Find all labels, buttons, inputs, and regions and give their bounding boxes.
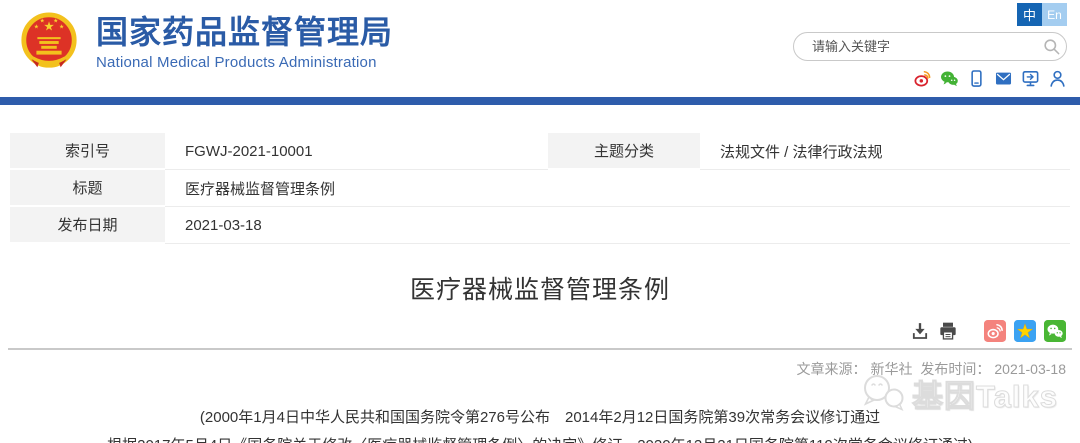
info-value-publish-date: 2021-03-18	[165, 207, 1070, 244]
wechat-icon[interactable]	[940, 69, 959, 88]
info-label-index-number: 索引号	[10, 133, 165, 170]
mobile-icon[interactable]	[967, 69, 986, 88]
article-body: (2000年1月4日中华人民共和国国务院令第276号公布 2014年2月12日国…	[0, 404, 1080, 443]
info-value-title: 医疗器械监督管理条例	[165, 170, 1070, 207]
article-toolbar	[0, 320, 1080, 342]
social-icon-row	[793, 69, 1067, 88]
info-value-topic-category: 法规文件 / 法律行政法规	[700, 133, 1070, 170]
header-divider-bar	[0, 97, 1080, 105]
search-icon	[1042, 37, 1061, 56]
search-box	[793, 32, 1067, 61]
mail-icon[interactable]	[994, 69, 1013, 88]
info-value-index-number: FGWJ-2021-10001	[165, 133, 548, 170]
search-button[interactable]	[1036, 34, 1066, 60]
svg-text:★: ★	[53, 18, 58, 25]
site-title: 国家药品监督管理局	[96, 13, 393, 51]
body-line-2: 根据2017年5月4日《国务院关于修改〈医疗器械监督管理条例〉的决定》修订 20…	[0, 432, 1080, 443]
info-label-publish-date: 发布日期	[10, 207, 165, 244]
svg-text:★: ★	[59, 23, 64, 30]
language-switcher: 中 En	[793, 3, 1067, 26]
source-value: 新华社	[870, 361, 912, 377]
china-national-emblem-icon: ★ ★ ★ ★ ★	[18, 8, 80, 76]
content-divider	[8, 348, 1072, 350]
publish-label: 发布时间：	[920, 361, 990, 377]
site-title-block: 国家药品监督管理局 National Medical Products Admi…	[96, 13, 393, 71]
lang-en-button[interactable]: En	[1042, 3, 1067, 26]
user-icon[interactable]	[1048, 69, 1067, 88]
download-icon[interactable]	[910, 321, 930, 341]
source-label: 文章来源：	[796, 361, 866, 377]
search-input[interactable]	[794, 39, 1036, 54]
info-label-topic-category: 主题分类	[548, 133, 700, 170]
print-icon[interactable]	[938, 321, 958, 341]
share-wechat-icon[interactable]	[1044, 320, 1066, 342]
weibo-icon[interactable]	[913, 69, 932, 88]
info-label-title: 标题	[10, 170, 165, 207]
publish-date: 2021-03-18	[994, 361, 1066, 377]
nmpa-page: ★ ★ ★ ★ ★ 国家药品监督管理局 National Medical Pro…	[0, 0, 1080, 443]
body-line-1: (2000年1月4日中华人民共和国国务院令第276号公布 2014年2月12日国…	[0, 404, 1080, 432]
header-right: 中 En	[793, 3, 1067, 88]
document-title: 医疗器械监督管理条例	[0, 270, 1080, 306]
site-header: ★ ★ ★ ★ ★ 国家药品监督管理局 National Medical Pro…	[0, 0, 1080, 97]
message-board-icon[interactable]	[1021, 69, 1040, 88]
svg-text:★: ★	[34, 23, 39, 30]
share-qzone-icon[interactable]	[1014, 320, 1036, 342]
site-subtitle: National Medical Products Administration	[96, 54, 393, 71]
article-meta: 文章来源：新华社 发布时间：2021-03-18	[0, 359, 1080, 379]
share-weibo-icon[interactable]	[984, 320, 1006, 342]
lang-zh-button[interactable]: 中	[1017, 3, 1042, 26]
svg-text:★: ★	[40, 18, 45, 25]
document-info-table: 索引号 FGWJ-2021-10001 主题分类 法规文件 / 法律行政法规 标…	[10, 133, 1070, 244]
